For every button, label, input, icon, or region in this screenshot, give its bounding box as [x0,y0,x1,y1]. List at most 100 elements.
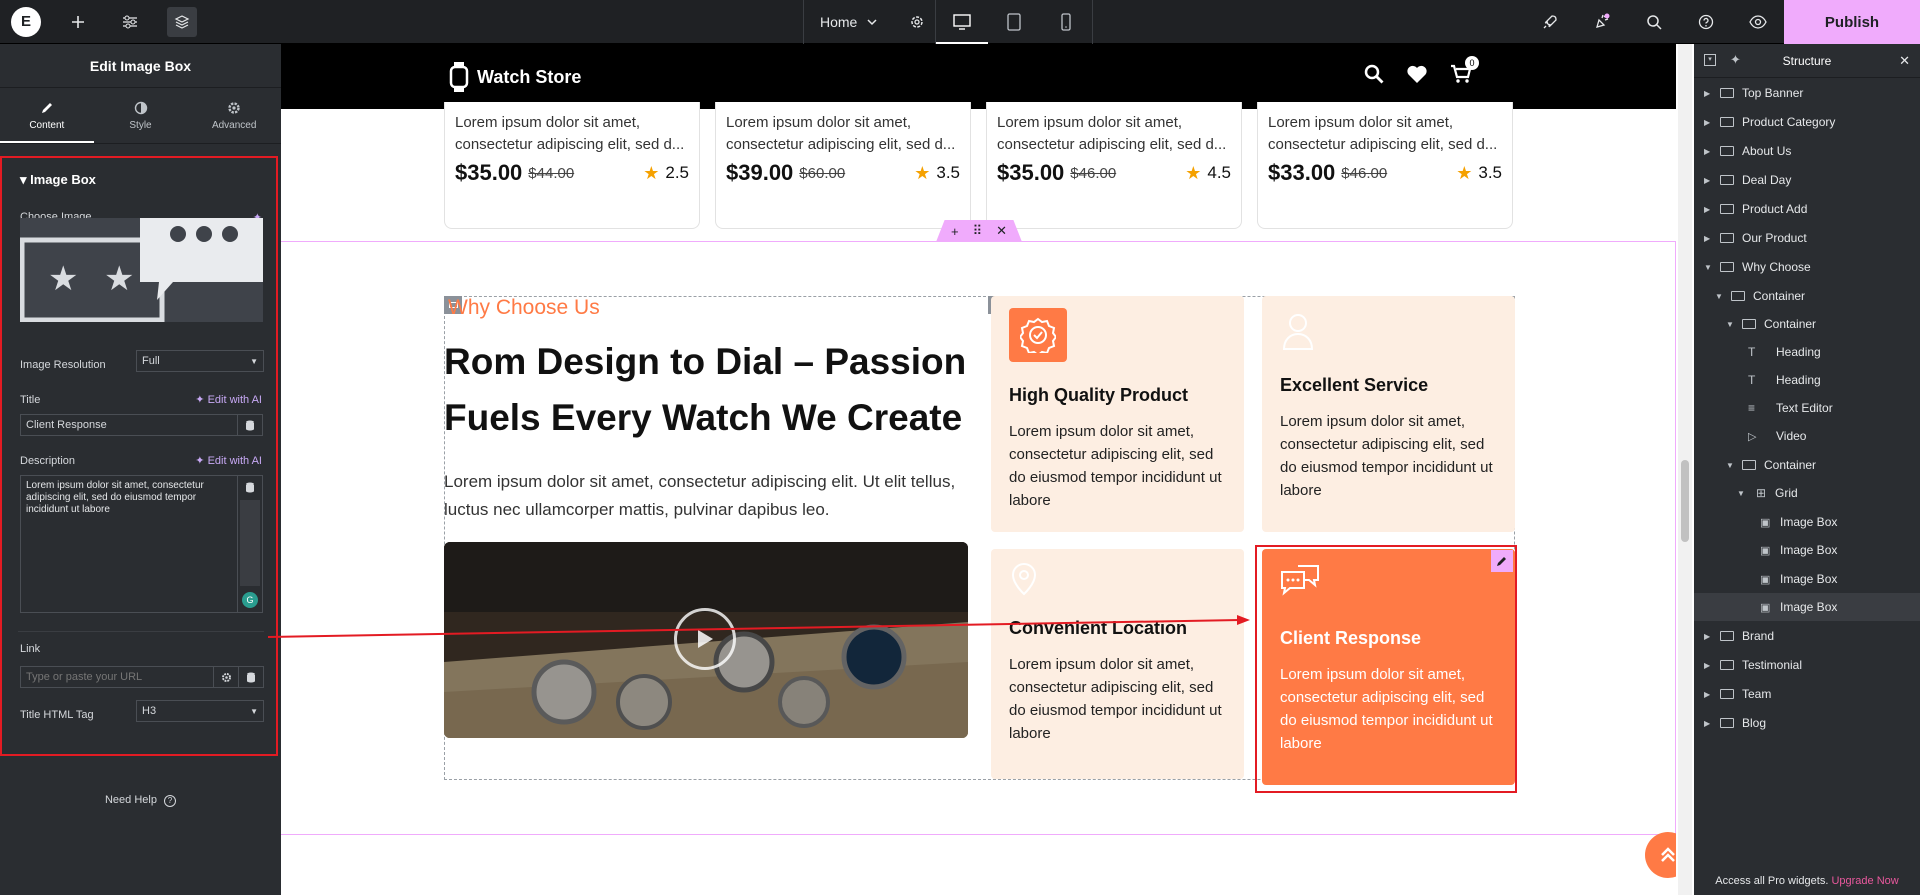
tree-item-grid[interactable]: ▼ ⊞ Grid [1694,479,1920,507]
site-settings-button[interactable] [104,0,156,44]
drag-handle-icon[interactable]: ⠿ [973,223,983,239]
grammarly-icon[interactable]: G [242,592,258,608]
notifications-button[interactable] [1576,0,1628,44]
tree-item-heading[interactable]: T Heading [1694,366,1920,394]
tab-style[interactable]: Style [94,88,188,143]
description-textarea[interactable]: Lorem ipsum dolor sit amet, consectetur … [20,475,238,613]
gear-icon[interactable] [909,14,925,30]
title-input[interactable]: Client Response [20,414,238,436]
responsive-modes [935,0,1093,44]
title-html-tag-select[interactable]: H3 ▼ [136,700,264,722]
upgrade-now-link[interactable]: Upgrade Now [1831,875,1898,887]
product-card[interactable]: Lorem ipsum dolor sit amet, consectetur … [1257,102,1513,229]
need-help-link[interactable]: Need Help ? [0,794,281,807]
feature-image-box[interactable]: Excellent Service Lorem ipsum dolor sit … [1262,296,1515,532]
image-preview[interactable]: ★ ★ [20,218,263,322]
product-card[interactable]: Lorem ipsum dolor sit amet, consectetur … [444,102,700,229]
edit-title-with-ai-link[interactable]: ✦ Edit with AI [195,393,262,406]
tree-item-image-box-selected[interactable]: ▣ Image Box [1694,593,1920,621]
tree-item-container[interactable]: ▼ Container [1694,451,1920,479]
product-rating: ★ 2.5 [643,163,689,184]
canvas-scrollbar[interactable] [1678,44,1692,895]
edit-widget-button[interactable] [1491,550,1513,572]
chevron-down-icon: ▼ [250,706,258,716]
add-section-icon[interactable]: + [951,224,959,239]
image-box-icon: ▣ [1760,516,1771,529]
canvas-scrollbar-thumb[interactable] [1681,460,1689,542]
edit-description-with-ai-link[interactable]: ✦ Edit with AI [195,454,262,467]
close-icon[interactable]: ✕ [1899,53,1910,69]
scroll-to-top-button[interactable] [1645,832,1676,878]
play-button[interactable] [674,608,736,670]
tree-item-brand[interactable]: ▶ Brand [1694,622,1920,650]
right-tools [1524,0,1784,44]
tree-item-product-add[interactable]: ▶ Product Add [1694,195,1920,223]
cart-button[interactable]: 0 [1450,56,1479,89]
video-icon: ▷ [1748,430,1757,443]
add-element-button[interactable] [52,0,104,44]
tree-item-container[interactable]: ▼ Container [1694,310,1920,338]
help-icon: ? [164,795,177,807]
delete-section-icon[interactable]: ✕ [996,223,1007,239]
tree-label: Our Product [1742,231,1807,245]
title-dynamic-tags-button[interactable] [237,414,263,436]
edit-description-ai-label: Edit with AI [207,455,262,467]
launchpad-button[interactable] [1524,0,1576,44]
description-dynamic-tags-button[interactable] [238,476,262,498]
tree-item-about-us[interactable]: ▶ About Us [1694,137,1920,165]
tree-item-image-box[interactable]: ▣ Image Box [1694,536,1920,564]
tab-advanced[interactable]: Advanced [187,88,281,143]
preview-button[interactable] [1732,0,1784,44]
tree-item-our-product[interactable]: ▶ Our Product [1694,224,1920,252]
tree-item-blog[interactable]: ▶ Blog [1694,709,1920,737]
image-resolution-select[interactable]: Full ▼ [136,350,264,372]
tab-content[interactable]: Content [0,88,94,143]
tree-item-heading[interactable]: T Heading [1694,338,1920,366]
tree-item-testimonial[interactable]: ▶ Testimonial [1694,651,1920,679]
notification-icon [1596,13,1610,28]
product-desc-line2: consectetur adipiscing elit, sed d... [997,136,1227,153]
search-icon[interactable] [1364,64,1384,84]
desktop-mode-button[interactable] [936,0,988,44]
heading-icon: T [1748,373,1756,387]
product-card[interactable]: Lorem ipsum dolor sit amet, consectetur … [986,102,1242,229]
section-handle: + ⠿ ✕ [936,220,1022,242]
tree-item-team[interactable]: ▶ Team [1694,680,1920,708]
tree-item-text-editor[interactable]: ≡ Text Editor [1694,394,1920,422]
tree-item-deal-day[interactable]: ▶ Deal Day [1694,166,1920,194]
tree-item-product-category[interactable]: ▶ Product Category [1694,108,1920,136]
tree-item-container[interactable]: ▼ Container [1694,282,1920,310]
eye-icon [1749,15,1767,29]
feature-image-box[interactable]: High Quality Product Lorem ipsum dolor s… [991,296,1244,532]
heart-icon[interactable] [1406,64,1428,84]
link-dynamic-tags-button[interactable] [238,666,264,688]
caret-right-icon: ▶ [1704,146,1711,156]
feature-image-box[interactable]: Convenient Location Lorem ipsum dolor si… [991,549,1244,779]
elementor-logo-button[interactable]: E [0,0,52,44]
link-url-input[interactable] [20,666,214,688]
mobile-mode-button[interactable] [1040,0,1092,44]
product-card[interactable]: Lorem ipsum dolor sit amet, consectetur … [715,102,971,229]
caret-right-icon: ▶ [1704,175,1711,185]
tablet-mode-button[interactable] [988,0,1040,44]
tree-item-top-banner[interactable]: ▶ Top Banner [1694,79,1920,107]
tree-item-why-choose[interactable]: ▼ Why Choose [1694,253,1920,281]
tree-item-video[interactable]: ▷ Video [1694,422,1920,450]
tree-item-image-box[interactable]: ▣ Image Box [1694,508,1920,536]
site-brand[interactable]: Watch Store [449,62,581,92]
finder-button[interactable] [1628,0,1680,44]
tree-item-image-box[interactable]: ▣ Image Box [1694,565,1920,593]
page-name: Home [820,14,858,30]
page-selector[interactable]: Home [803,0,941,44]
video-player[interactable] [444,542,968,738]
product-price: $35.00 [997,160,1065,185]
tab-advanced-label: Advanced [211,119,257,131]
description-scrollbar[interactable] [240,500,260,586]
publish-button[interactable]: Publish [1784,0,1920,44]
section-header[interactable]: ▾ Image Box [20,172,96,188]
structure-toggle-button[interactable] [156,0,208,44]
link-options-button[interactable] [213,666,239,688]
help-button[interactable] [1680,0,1732,44]
title-input-value: Client Response [26,419,107,431]
tree-label: Container [1764,458,1817,472]
